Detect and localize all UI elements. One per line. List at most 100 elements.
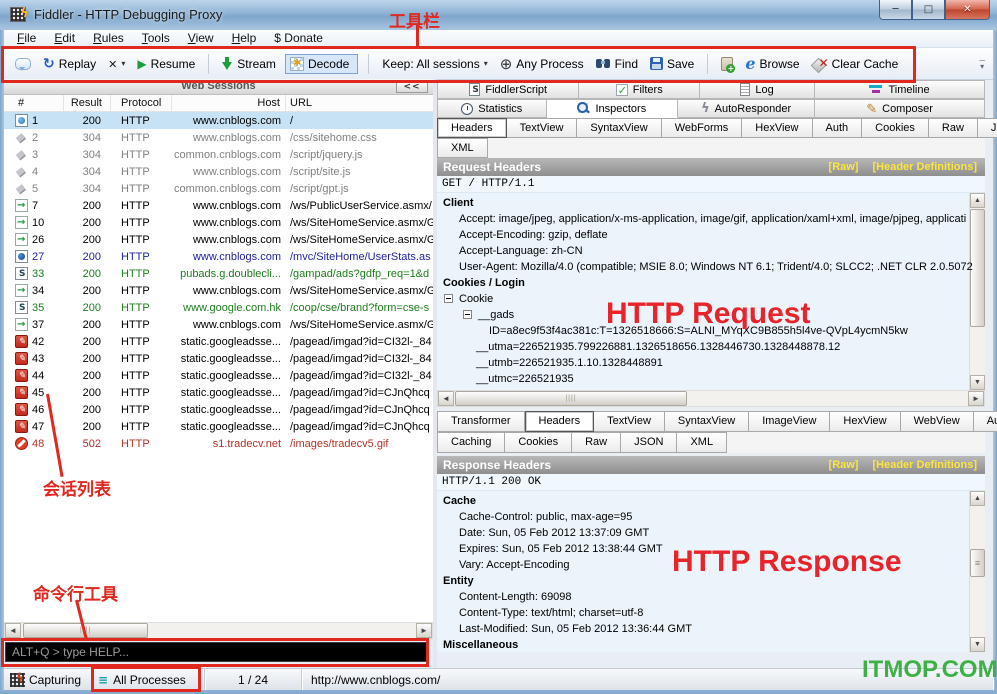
session-row[interactable]: 3 304 HTTP common.cnblogs.com /script/jq… [4, 146, 433, 163]
request-raw-link[interactable]: [Raw] [829, 161, 859, 173]
session-row[interactable]: 37 200 HTTP www.cnblogs.com /ws/SiteHome… [4, 316, 433, 333]
stream-button[interactable]: Stream [219, 55, 279, 73]
request-tab-json[interactable]: JSON [977, 118, 997, 138]
request-tab-xml[interactable]: XML [437, 138, 488, 158]
clear-cache-button[interactable]: Clear Cache [809, 55, 902, 73]
tab-inspectors[interactable]: Inspectors [546, 99, 679, 118]
request-tab-webforms[interactable]: WebForms [661, 118, 743, 138]
column-header-protocol[interactable]: Protocol [111, 95, 172, 111]
response-tab-transformer[interactable]: Transformer [437, 411, 525, 432]
minimize-button[interactable]: ─ [879, 0, 912, 20]
comment-button[interactable] [12, 56, 34, 72]
session-row[interactable]: 42 200 HTTP static.googleadsse... /pagea… [4, 333, 433, 350]
response-tab-caching[interactable]: Caching [437, 432, 506, 453]
tree-collapse-icon[interactable] [463, 310, 472, 319]
session-row[interactable]: 48 502 HTTP s1.tradecv.net /images/trade… [4, 435, 433, 452]
decode-toggle-button[interactable]: Decode [284, 53, 359, 74]
menu-item-rules[interactable]: Rules [84, 30, 133, 47]
session-row[interactable]: 5 304 HTTP common.cnblogs.com /script/gp… [4, 180, 433, 197]
request-tab-auth[interactable]: Auth [812, 118, 863, 138]
response-raw-link[interactable]: [Raw] [829, 459, 859, 471]
session-row[interactable]: 35 200 HTTP www.google.com.hk /coop/cse/… [4, 299, 433, 316]
remove-sessions-button[interactable]: ▾ [105, 55, 128, 73]
request-tab-textview[interactable]: TextView [506, 118, 578, 138]
find-button[interactable]: Find [593, 55, 641, 73]
response-tab-headers[interactable]: Headers [524, 411, 595, 432]
session-row[interactable]: 10 200 HTTP www.cnblogs.com /ws/SiteHome… [4, 214, 433, 231]
scrollbar-thumb[interactable] [455, 391, 687, 406]
any-process-button[interactable]: Any Process [497, 53, 587, 75]
resume-button[interactable]: Resume [134, 55, 198, 73]
lightning-icon [701, 101, 710, 116]
tab-fiddlerscript[interactable]: FiddlerScript [437, 80, 580, 99]
stream-arrow-icon [222, 56, 233, 71]
browse-button[interactable]: Browse [742, 52, 802, 75]
request-tree-hscrollbar[interactable]: ◄ ► [437, 390, 985, 407]
session-row[interactable]: 7 200 HTTP www.cnblogs.com /ws/PublicUse… [4, 197, 433, 214]
request-tab-cookies[interactable]: Cookies [862, 118, 929, 138]
tab-log[interactable]: Log [700, 80, 816, 99]
session-row[interactable]: 27 200 HTTP www.cnblogs.com /mvc/SiteHom… [4, 248, 433, 265]
menu-item-help[interactable]: Help [223, 30, 266, 47]
session-row[interactable]: 2 304 HTTP www.cnblogs.com /css/sitehome… [4, 129, 433, 146]
session-row[interactable]: 43 200 HTTP static.googleadsse... /pagea… [4, 350, 433, 367]
response-tab-textview[interactable]: TextView [594, 411, 665, 432]
process-filter-selector[interactable]: ≡ All Processes [92, 669, 205, 690]
scroll-right-arrow[interactable]: ► [968, 391, 984, 406]
session-row[interactable]: 33 200 HTTP pubads.g.doublecli... /gampa… [4, 265, 433, 282]
close-button[interactable]: ✕ [945, 0, 990, 20]
session-row[interactable]: 34 200 HTTP www.cnblogs.com /ws/SiteHome… [4, 282, 433, 299]
tab-statistics[interactable]: Statistics [437, 99, 547, 118]
column-header-result[interactable]: Result [64, 95, 111, 111]
column-header-number[interactable]: # [4, 95, 64, 111]
response-tab-json[interactable]: JSON [621, 432, 678, 453]
session-row[interactable]: 44 200 HTTP static.googleadsse... /pagea… [4, 367, 433, 384]
tab-autoresponder[interactable]: AutoResponder [678, 99, 816, 118]
screenshot-button[interactable] [718, 55, 736, 73]
menu-item-tools[interactable]: Tools [133, 30, 179, 47]
scroll-left-arrow[interactable]: ◄ [5, 623, 21, 638]
tab-timeline[interactable]: Timeline [815, 80, 985, 99]
response-tab-syntaxview[interactable]: SyntaxView [664, 411, 750, 432]
response-header-definitions-link[interactable]: [Header Definitions] [872, 459, 977, 471]
session-row[interactable]: 26 200 HTTP www.cnblogs.com /ws/SiteHome… [4, 231, 433, 248]
tree-collapse-icon[interactable] [444, 294, 453, 303]
tab-composer[interactable]: Composer [815, 99, 985, 118]
menu-item-view[interactable]: View [179, 30, 223, 47]
response-tab-imageview[interactable]: ImageView [749, 411, 831, 432]
session-row[interactable]: 45 200 HTTP static.googleadsse... /pagea… [4, 384, 433, 401]
replay-button[interactable]: Replay [40, 54, 99, 74]
response-tab-auth[interactable]: Auth [973, 411, 997, 432]
scroll-right-arrow[interactable]: ► [416, 623, 432, 638]
collapse-panel-button[interactable]: << [396, 81, 428, 93]
request-tab-headers[interactable]: Headers [437, 118, 507, 138]
quickexec-command-input[interactable]: ALT+Q > type HELP... [5, 642, 427, 662]
scrollbar-thumb[interactable] [23, 623, 148, 638]
session-row[interactable]: 4 304 HTTP www.cnblogs.com /script/site.… [4, 163, 433, 180]
response-tab-cookies[interactable]: Cookies [505, 432, 573, 453]
session-row[interactable]: 47 200 HTTP static.googleadsse... /pagea… [4, 418, 433, 435]
session-list-hscrollbar[interactable]: ◄ ► [4, 622, 433, 639]
column-header-host[interactable]: Host [172, 95, 286, 111]
request-tab-syntaxview[interactable]: SyntaxView [577, 118, 662, 138]
request-tab-hexview[interactable]: HexView [742, 118, 813, 138]
tab-filters[interactable]: Filters [579, 80, 701, 99]
request-tab-raw[interactable]: Raw [928, 118, 978, 138]
session-row[interactable]: 1 200 HTTP www.cnblogs.com / [4, 112, 433, 129]
keep-sessions-dropdown[interactable]: Keep: All sessions ▾ [379, 55, 490, 73]
save-button[interactable]: Save [647, 55, 697, 73]
scroll-left-arrow[interactable]: ◄ [438, 391, 454, 406]
menu-item-file[interactable]: File [8, 30, 45, 47]
toolbar-overflow-icon[interactable]: ─ ▾ [979, 57, 985, 71]
response-tab-raw[interactable]: Raw [572, 432, 622, 453]
response-tab-hexview[interactable]: HexView [830, 411, 901, 432]
menu-item-donate[interactable]: $ Donate [265, 30, 332, 47]
session-row[interactable]: 46 200 HTTP static.googleadsse... /pagea… [4, 401, 433, 418]
maximize-button[interactable]: □ [912, 0, 945, 20]
capturing-indicator[interactable]: Capturing [4, 669, 92, 690]
menu-item-edit[interactable]: Edit [45, 30, 84, 47]
request-header-definitions-link[interactable]: [Header Definitions] [872, 161, 977, 173]
response-tab-xml[interactable]: XML [677, 432, 728, 453]
response-tab-webview[interactable]: WebView [900, 411, 974, 432]
column-header-url[interactable]: URL [286, 95, 433, 111]
